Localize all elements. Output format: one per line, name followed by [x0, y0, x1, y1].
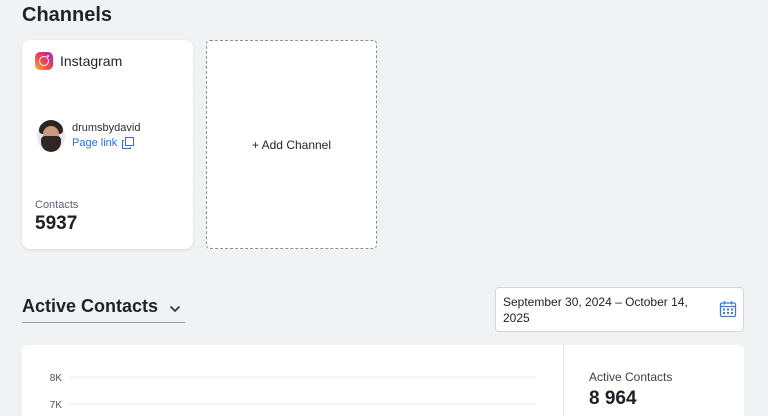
add-channel-label: + Add Channel: [251, 137, 332, 152]
active-contacts-title: Active Contacts: [22, 296, 159, 316]
chart-svg: 8K 7K: [50, 373, 536, 411]
channel-card-instagram[interactable]: Instagram drumsbydavid Page link Contact…: [22, 40, 193, 249]
active-contacts-metric-value: 8 964: [589, 388, 637, 409]
page-link[interactable]: Page link: [72, 137, 117, 149]
date-range-text: September 30, 2024 – October 14, 2025: [503, 295, 688, 325]
active-contacts-metric-label: Active Contacts: [589, 370, 673, 384]
calendar-icon[interactable]: [719, 300, 737, 318]
active-contacts-panel: 8K 7K Active Contacts 8 964: [22, 345, 744, 416]
contacts-label: Contacts: [35, 199, 79, 211]
date-range-picker[interactable]: September 30, 2024 – October 14, 2025: [495, 287, 744, 332]
avatar: [37, 120, 65, 152]
instagram-icon: [35, 52, 53, 70]
active-contacts-chart: 8K 7K: [22, 345, 564, 416]
y-tick-label: 7K: [50, 400, 63, 411]
channel-username: drumsbydavid: [72, 122, 141, 134]
active-contacts-dropdown[interactable]: Active Contacts: [22, 296, 185, 323]
add-channel-button[interactable]: + Add Channel: [206, 40, 377, 249]
contacts-value: 5937: [35, 213, 78, 234]
copy-icon[interactable]: [122, 137, 134, 149]
channel-name: Instagram: [60, 53, 123, 69]
channels-heading: Channels: [22, 4, 113, 26]
chevron-down-icon: [170, 306, 180, 312]
y-tick-label: 8K: [50, 373, 63, 384]
